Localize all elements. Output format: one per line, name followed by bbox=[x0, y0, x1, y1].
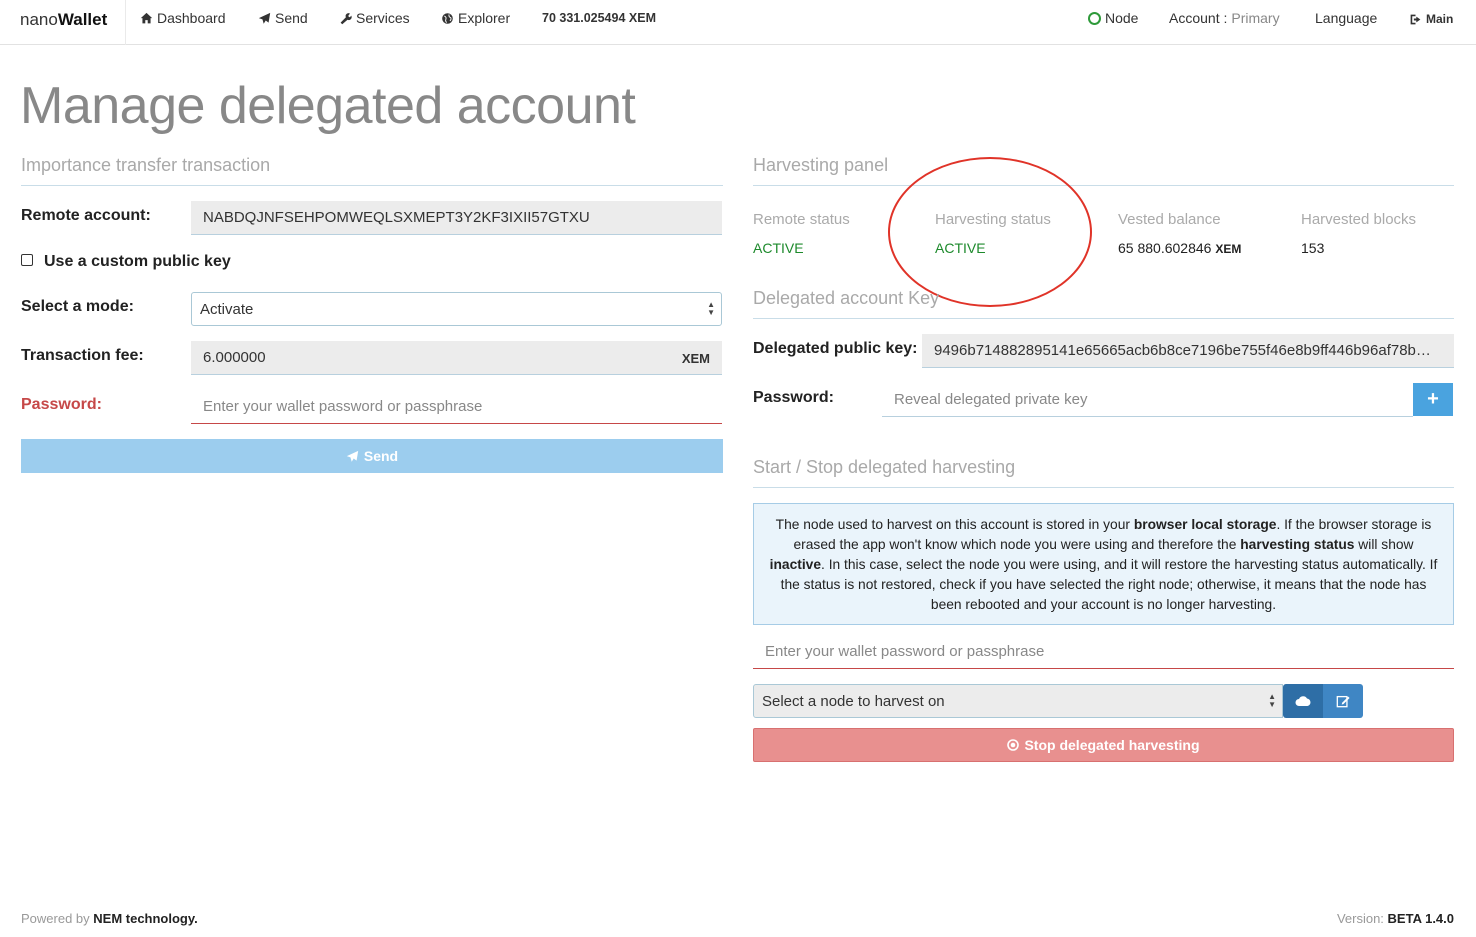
pubkey-label: Delegated public key: bbox=[753, 340, 918, 357]
nav-account-label: Account : bbox=[1169, 10, 1228, 26]
fee-unit: XEM bbox=[681, 351, 710, 366]
nav-main-label: Main bbox=[1426, 12, 1454, 26]
reveal-key-button[interactable]: + bbox=[1413, 383, 1453, 416]
info-text-4: . In this case, select the node you were… bbox=[780, 557, 1438, 612]
cloud-icon bbox=[1295, 696, 1311, 706]
harvesting-divider bbox=[753, 185, 1454, 186]
importance-divider bbox=[21, 185, 723, 186]
nav-explorer[interactable]: Explorer bbox=[441, 10, 510, 26]
cloud-node-button[interactable] bbox=[1283, 684, 1323, 718]
balance-display: 70 331.025494 XEM bbox=[542, 11, 656, 25]
mode-select-value: Activate bbox=[200, 301, 254, 318]
nav-services-label: Services bbox=[356, 10, 410, 26]
password-label: Password: bbox=[21, 396, 102, 413]
custom-key-label[interactable]: Use a custom public key bbox=[44, 253, 231, 271]
home-icon bbox=[140, 12, 153, 23]
paper-plane-icon bbox=[346, 450, 359, 462]
remote-status-value: ACTIVE bbox=[753, 240, 804, 256]
nav-send[interactable]: Send bbox=[258, 10, 308, 26]
globe-icon bbox=[442, 12, 453, 24]
vested-amount: 65 880.602846 bbox=[1118, 240, 1212, 256]
page-title: Manage delegated account bbox=[20, 77, 636, 135]
harvested-blocks-label: Harvested blocks bbox=[1301, 211, 1417, 228]
navbar: nanoWallet Dashboard Send Services Explo… bbox=[0, 0, 1476, 45]
nav-dashboard[interactable]: Dashboard bbox=[140, 10, 226, 26]
brand-logo[interactable]: nanoWallet bbox=[0, 0, 126, 45]
stop-harvesting-label: Stop delegated harvesting bbox=[1024, 737, 1200, 753]
harvest-password-input[interactable]: Enter your wallet password or passphrase bbox=[753, 635, 1454, 669]
nav-send-label: Send bbox=[275, 10, 308, 26]
sign-out-icon bbox=[1410, 14, 1421, 24]
edit-node-button[interactable] bbox=[1323, 684, 1363, 718]
nav-main[interactable]: Main bbox=[1409, 12, 1453, 26]
nav-node-label: Node bbox=[1105, 10, 1139, 26]
mode-select[interactable]: Activate ▲ ▼ bbox=[191, 292, 722, 326]
stop-harvesting-button[interactable]: Stop delegated harvesting bbox=[753, 728, 1454, 762]
reveal-key-input[interactable]: Reveal delegated private key bbox=[882, 383, 1413, 417]
pubkey-field[interactable]: 9496b714882895141e65665acb6b8ce7196be755… bbox=[922, 334, 1454, 368]
remote-status-label: Remote status bbox=[753, 211, 850, 228]
nav-explorer-label: Explorer bbox=[458, 10, 511, 26]
remote-account-label: Remote account: bbox=[21, 207, 151, 224]
version-label: Version: bbox=[1336, 911, 1388, 926]
importance-section-title: Importance transfer transaction bbox=[21, 155, 271, 175]
nav-dashboard-label: Dashboard bbox=[157, 10, 226, 26]
brand-light: nano bbox=[20, 10, 58, 29]
harvesting-section-title: Harvesting panel bbox=[753, 155, 889, 175]
send-button-label: Send bbox=[363, 448, 399, 464]
edit-icon bbox=[1336, 695, 1350, 708]
select-arrows-icon: ▲ ▼ bbox=[707, 300, 715, 317]
vested-unit: XEM bbox=[1215, 242, 1242, 256]
brand-bold: Wallet bbox=[57, 10, 108, 29]
send-button[interactable]: Send bbox=[21, 439, 723, 473]
custom-key-checkbox[interactable] bbox=[21, 254, 33, 266]
start-stop-divider bbox=[753, 487, 1454, 488]
info-bold-1: browser local storage bbox=[1133, 517, 1277, 532]
node-status-icon bbox=[1088, 11, 1101, 25]
highlight-circle-annotation bbox=[888, 157, 1092, 307]
delegated-key-section-title: Delegated account Key bbox=[753, 288, 940, 308]
select-arrows-icon: ▲ ▼ bbox=[1268, 692, 1276, 709]
harvest-info-alert: The node used to harvest on this account… bbox=[753, 503, 1454, 625]
version-value: BETA 1.4.0 bbox=[1387, 911, 1454, 926]
footer-version: Version: BETA 1.4.0 bbox=[1337, 911, 1454, 926]
vested-balance-label: Vested balance bbox=[1118, 211, 1221, 228]
mode-label: Select a mode: bbox=[21, 298, 134, 315]
fee-field: 6.000000 XEM bbox=[191, 341, 722, 375]
info-text-3: will show bbox=[1354, 537, 1414, 552]
fee-label: Transaction fee: bbox=[21, 347, 144, 364]
powered-by-text: Powered by bbox=[21, 911, 94, 926]
info-bold-2: harvesting status bbox=[1240, 537, 1355, 552]
info-bold-3: inactive bbox=[769, 557, 822, 572]
stop-circle-icon bbox=[1007, 739, 1020, 751]
powered-by-name[interactable]: NEM technology. bbox=[93, 911, 197, 926]
nav-language[interactable]: Language bbox=[1315, 10, 1377, 26]
plus-icon: + bbox=[1427, 388, 1439, 410]
footer-powered-by: Powered by NEM technology. bbox=[21, 911, 198, 926]
nav-account-name: Primary bbox=[1231, 10, 1280, 26]
start-stop-section-title: Start / Stop delegated harvesting bbox=[753, 457, 1016, 477]
harvested-blocks-value: 153 bbox=[1301, 240, 1325, 256]
delegated-key-divider bbox=[753, 318, 1454, 319]
delegated-password-label: Password: bbox=[753, 389, 834, 406]
nav-node[interactable]: Node bbox=[1088, 10, 1138, 26]
fee-value: 6.000000 bbox=[203, 349, 266, 366]
remote-account-field[interactable]: NABDQJNFSEHPOMWEQLSXMEPT3Y2KF3IXII57GTXU bbox=[191, 201, 722, 235]
info-text-1: The node used to harvest on this account… bbox=[775, 517, 1134, 532]
password-input[interactable]: Enter your wallet password or passphrase bbox=[191, 390, 722, 424]
nav-services[interactable]: Services bbox=[339, 10, 410, 26]
node-select-value: Select a node to harvest on bbox=[762, 693, 945, 710]
vested-balance-value: 65 880.602846 XEM bbox=[1118, 240, 1241, 256]
node-select[interactable]: Select a node to harvest on ▲ ▼ bbox=[753, 684, 1283, 718]
wrench-icon bbox=[340, 12, 352, 24]
nav-account[interactable]: Account : Primary bbox=[1169, 10, 1280, 26]
paper-plane-icon bbox=[258, 12, 271, 24]
